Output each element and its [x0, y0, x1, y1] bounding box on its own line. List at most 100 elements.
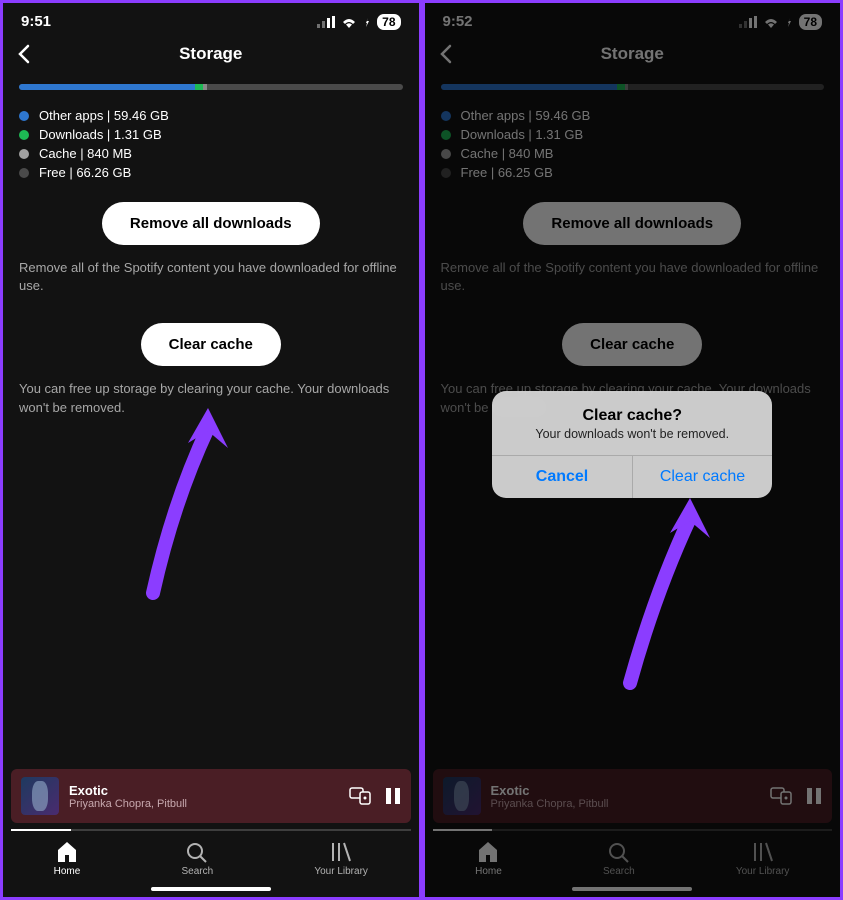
storage-legend: Other apps | 59.46 GB Downloads | 1.31 G…: [441, 108, 825, 180]
tab-home[interactable]: Home: [475, 841, 502, 877]
legend-cache-label: Cache | 840 MB: [461, 146, 554, 161]
clear-cache-button[interactable]: Clear cache: [562, 323, 702, 366]
storage-content: Other apps | 59.46 GB Downloads | 1.31 G…: [3, 78, 419, 769]
alert-message: Your downloads won't be removed.: [506, 427, 758, 441]
track-artist: Priyanka Chopra, Pitbull: [69, 798, 339, 810]
status-indicators: 78: [739, 14, 822, 30]
legend-free-label: Free | 66.26 GB: [39, 165, 131, 180]
legend-other-label: Other apps | 59.46 GB: [461, 108, 591, 123]
tab-search[interactable]: Search: [181, 841, 213, 877]
battery-icon: [363, 16, 371, 28]
clear-cache-description: You can free up storage by clearing your…: [19, 380, 403, 416]
legend-cache-label: Cache | 840 MB: [39, 146, 132, 161]
alert-title: Clear cache?: [506, 407, 758, 425]
phone-right: 9:52 78 Storage Other apps | 59.46 GB Do…: [422, 0, 843, 900]
home-icon: [55, 841, 79, 863]
nav-header: Storage: [3, 36, 419, 78]
dot-icon: [19, 168, 29, 178]
album-art: [443, 777, 481, 815]
remove-downloads-description: Remove all of the Spotify content you ha…: [19, 259, 403, 295]
remove-downloads-button[interactable]: Remove all downloads: [102, 202, 320, 245]
remove-downloads-button[interactable]: Remove all downloads: [523, 202, 741, 245]
library-icon: [751, 841, 775, 863]
clear-cache-button[interactable]: Clear cache: [141, 323, 281, 366]
wifi-icon: [763, 16, 779, 28]
tab-bar: Home Search Your Library: [3, 831, 419, 881]
storage-bar-cache: [203, 84, 207, 90]
chevron-left-icon: [439, 44, 453, 64]
storage-bar-downloads: [195, 84, 203, 90]
tab-search-label: Search: [603, 866, 635, 877]
back-button[interactable]: [439, 44, 453, 64]
album-art: [21, 777, 59, 815]
tab-library-label: Your Library: [736, 866, 790, 877]
legend-cache: Cache | 840 MB: [19, 146, 403, 161]
back-button[interactable]: [17, 44, 31, 64]
home-icon: [476, 841, 500, 863]
dot-icon: [441, 168, 451, 178]
storage-bar-downloads: [617, 84, 625, 90]
search-icon: [185, 841, 209, 863]
phone-left: 9:51 78 Storage Other apps | 59.46 GB Do…: [0, 0, 422, 900]
signal-icon: [317, 16, 335, 28]
battery-level: 78: [377, 14, 400, 30]
status-time: 9:51: [21, 13, 51, 30]
legend-free: Free | 66.25 GB: [441, 165, 825, 180]
track-title: Exotic: [491, 783, 761, 798]
tab-home-label: Home: [475, 866, 502, 877]
connect-device-icon[interactable]: [349, 787, 371, 805]
storage-bar-other: [441, 84, 617, 90]
tab-library[interactable]: Your Library: [736, 841, 790, 877]
battery-level: 78: [799, 14, 822, 30]
legend-downloads-label: Downloads | 1.31 GB: [461, 127, 584, 142]
tab-search-label: Search: [181, 866, 213, 877]
now-playing-text: Exotic Priyanka Chopra, Pitbull: [491, 783, 761, 810]
legend-free: Free | 66.26 GB: [19, 165, 403, 180]
dot-icon: [441, 130, 451, 140]
pause-icon[interactable]: [385, 787, 401, 805]
home-indicator[interactable]: [572, 887, 692, 891]
legend-other: Other apps | 59.46 GB: [19, 108, 403, 123]
status-indicators: 78: [317, 14, 400, 30]
storage-bar-other: [19, 84, 195, 90]
now-playing-bar[interactable]: Exotic Priyanka Chopra, Pitbull: [433, 769, 833, 823]
page-title: Storage: [3, 44, 419, 64]
home-indicator[interactable]: [151, 887, 271, 891]
page-title: Storage: [425, 44, 841, 64]
dot-icon: [441, 111, 451, 121]
battery-icon: [785, 16, 793, 28]
storage-bar-cache: [625, 84, 629, 90]
alert-confirm-button[interactable]: Clear cache: [633, 456, 773, 498]
pause-icon[interactable]: [806, 787, 822, 805]
alert-cancel-button[interactable]: Cancel: [492, 456, 633, 498]
tab-search[interactable]: Search: [603, 841, 635, 877]
tab-home[interactable]: Home: [54, 841, 81, 877]
connect-device-icon[interactable]: [770, 787, 792, 805]
status-bar: 9:51 78: [3, 3, 419, 36]
nav-header: Storage: [425, 36, 841, 78]
remove-downloads-description: Remove all of the Spotify content you ha…: [441, 259, 825, 295]
storage-bar: [441, 84, 825, 90]
tab-library-label: Your Library: [314, 866, 368, 877]
now-playing-bar[interactable]: Exotic Priyanka Chopra, Pitbull: [11, 769, 411, 823]
dot-icon: [441, 149, 451, 159]
storage-bar: [19, 84, 403, 90]
dot-icon: [19, 111, 29, 121]
tab-home-label: Home: [54, 866, 81, 877]
status-bar: 9:52 78: [425, 3, 841, 36]
legend-other: Other apps | 59.46 GB: [441, 108, 825, 123]
status-time: 9:52: [443, 13, 473, 30]
clear-cache-alert: Clear cache? Your downloads won't be rem…: [492, 391, 772, 498]
legend-downloads: Downloads | 1.31 GB: [19, 127, 403, 142]
track-artist: Priyanka Chopra, Pitbull: [491, 798, 761, 810]
signal-icon: [739, 16, 757, 28]
track-title: Exotic: [69, 783, 339, 798]
library-icon: [329, 841, 353, 863]
chevron-left-icon: [17, 44, 31, 64]
tab-bar: Home Search Your Library: [425, 831, 841, 881]
storage-legend: Other apps | 59.46 GB Downloads | 1.31 G…: [19, 108, 403, 180]
legend-other-label: Other apps | 59.46 GB: [39, 108, 169, 123]
dot-icon: [19, 130, 29, 140]
wifi-icon: [341, 16, 357, 28]
tab-library[interactable]: Your Library: [314, 841, 368, 877]
